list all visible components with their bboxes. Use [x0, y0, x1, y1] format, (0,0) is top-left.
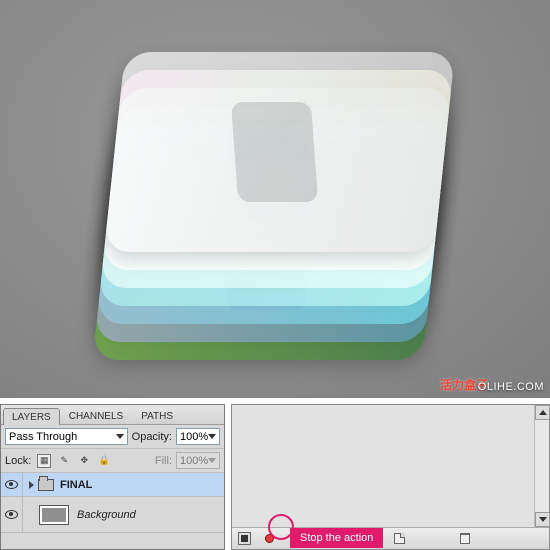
folder-icon: [38, 479, 54, 491]
chevron-down-icon: [208, 434, 216, 439]
scroll-down-arrow-icon[interactable]: [535, 512, 550, 527]
stop-icon: [241, 535, 248, 542]
trash-icon: [460, 533, 470, 544]
blend-mode-value: Pass Through: [9, 431, 77, 443]
visibility-eye-icon[interactable]: [5, 510, 18, 519]
new-page-icon: [394, 533, 405, 544]
layer-list: FINAL Background: [1, 473, 224, 549]
lock-all-icon[interactable]: 🔒: [97, 454, 111, 468]
layer-row-background[interactable]: Background: [1, 497, 224, 533]
visibility-eye-icon[interactable]: [5, 480, 18, 489]
opacity-input[interactable]: 100%: [176, 428, 220, 445]
fill-value: 100%: [180, 455, 208, 467]
lock-transparent-icon[interactable]: ▦: [37, 454, 51, 468]
fill-label: Fill:: [155, 455, 172, 467]
callout-label: Stop the action: [290, 528, 383, 548]
chevron-down-icon: [208, 458, 216, 463]
layer-name: FINAL: [60, 479, 92, 491]
callout: Stop the action: [290, 528, 383, 548]
opacity-value: 100%: [180, 431, 208, 443]
layer-row-group[interactable]: FINAL: [1, 473, 224, 497]
opacity-label: Opacity:: [132, 431, 172, 443]
panel-tabs: LAYERS CHANNELS PATHS: [1, 405, 224, 425]
new-action-button[interactable]: [393, 532, 406, 545]
chevron-down-icon: [116, 434, 124, 439]
blend-mode-select[interactable]: Pass Through: [5, 428, 128, 445]
layer-name: Background: [77, 509, 136, 521]
lock-position-icon[interactable]: ✥: [77, 454, 91, 468]
watermark-en: OLIHE.COM: [478, 381, 544, 393]
artwork-3d-letter: [93, 30, 458, 360]
actions-panel: [231, 404, 550, 550]
blend-opacity-row: Pass Through Opacity: 100%: [1, 425, 224, 449]
document-canvas: 活力盒子 OLIHE.COM: [0, 0, 550, 398]
scrollbar-vertical[interactable]: [534, 405, 549, 527]
disclosure-triangle-icon[interactable]: [29, 481, 34, 489]
lock-label: Lock:: [5, 455, 31, 467]
delete-button[interactable]: [459, 532, 472, 545]
scroll-up-arrow-icon[interactable]: [535, 405, 550, 420]
fill-input: 100%: [176, 452, 220, 469]
tab-channels[interactable]: CHANNELS: [60, 407, 132, 424]
tab-paths[interactable]: PATHS: [132, 407, 182, 424]
lock-fill-row: Lock: ▦ ✎ ✥ 🔒 Fill: 100%: [1, 449, 224, 473]
lock-pixels-icon[interactable]: ✎: [57, 454, 71, 468]
stop-button[interactable]: [238, 532, 251, 545]
layers-panel: LAYERS CHANNELS PATHS Pass Through Opaci…: [0, 404, 225, 550]
layer-thumbnail: [39, 505, 69, 525]
tab-layers[interactable]: LAYERS: [3, 408, 60, 425]
